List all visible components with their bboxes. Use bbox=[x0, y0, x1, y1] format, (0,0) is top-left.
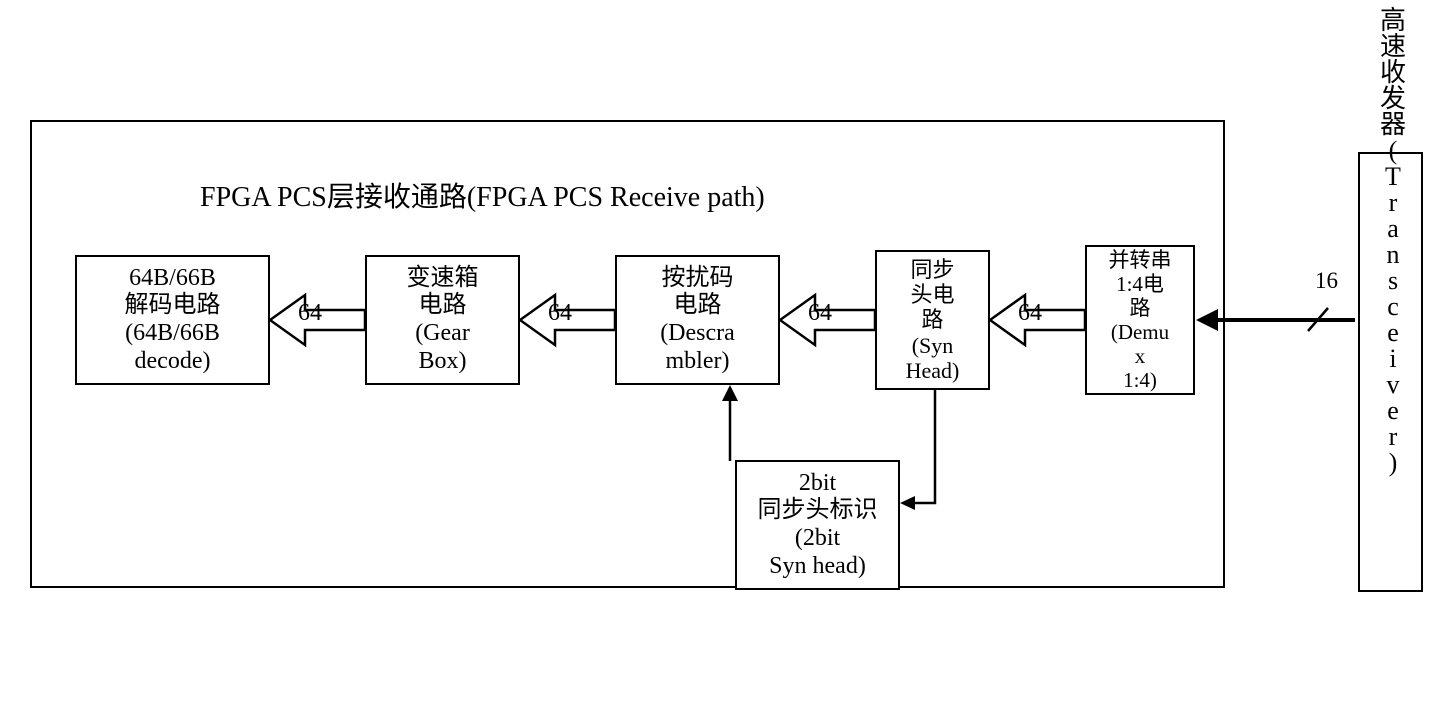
gearbox-line2: 电路 bbox=[419, 292, 467, 320]
descrambler-line2: 电路 bbox=[674, 292, 722, 320]
decode-box: 64B/66B 解码电路 (64B/66B decode) bbox=[75, 255, 270, 385]
arrow-synheadid-to-descrambler bbox=[715, 383, 745, 463]
demux-box: 并转串 1:4电 路 (Demu x 1:4) bbox=[1085, 245, 1195, 395]
synheadid-line2: 同步头标识 bbox=[758, 497, 878, 525]
demux-line5: x bbox=[1135, 344, 1146, 368]
arrow-transceiver-to-demux bbox=[1193, 303, 1358, 343]
descrambler-line4: mbler) bbox=[666, 348, 730, 376]
synhead-line2: 头电 bbox=[910, 282, 954, 307]
demux-line4: (Demu bbox=[1111, 320, 1169, 344]
synhead-line1: 同步 bbox=[910, 257, 954, 282]
descrambler-box: 按扰码 电路 (Descra mbler) bbox=[615, 255, 780, 385]
synhead-line5: Head) bbox=[906, 358, 960, 383]
bus-width-label: 16 bbox=[1315, 268, 1338, 294]
transceiver-pre: 高速收发器 bbox=[1380, 6, 1406, 139]
demux-line3: 路 bbox=[1130, 296, 1151, 320]
gearbox-line4: Box) bbox=[419, 348, 467, 376]
arrow-width-1: 64 bbox=[298, 300, 322, 327]
synhead-box: 同步 头电 路 (Syn Head) bbox=[875, 250, 990, 390]
demux-line2: 1:4电 bbox=[1116, 272, 1164, 296]
synhead-line4: (Syn bbox=[912, 333, 954, 358]
diagram-title: FPGA PCS层接收通路(FPGA PCS Receive path) bbox=[200, 175, 765, 215]
gearbox-box: 变速箱 电路 (Gear Box) bbox=[365, 255, 520, 385]
gearbox-line1: 变速箱 bbox=[407, 265, 479, 293]
arrow-width-3: 64 bbox=[808, 300, 832, 327]
arrow-synhead-to-synheadid bbox=[895, 388, 955, 523]
demux-line6: 1:4) bbox=[1123, 368, 1157, 392]
synheadid-line1: 2bit bbox=[799, 470, 836, 498]
descrambler-line1: 按扰码 bbox=[662, 265, 734, 293]
synheadid-line4: Syn head) bbox=[769, 553, 866, 581]
decode-line3: (64B/66B bbox=[125, 320, 220, 348]
gearbox-line3: (Gear bbox=[415, 320, 470, 348]
arrow-width-4: 64 bbox=[1018, 300, 1042, 327]
decode-line4: decode) bbox=[135, 348, 211, 376]
synheadid-box: 2bit 同步头标识 (2bit Syn head) bbox=[735, 460, 900, 590]
descrambler-line3: (Descra bbox=[660, 320, 735, 348]
decode-line1: 64B/66B bbox=[129, 265, 216, 293]
synhead-line3: 路 bbox=[921, 307, 943, 332]
demux-line1: 并转串 bbox=[1109, 248, 1172, 272]
transceiver-box bbox=[1358, 152, 1423, 592]
decode-line2: 解码电路 bbox=[125, 292, 221, 320]
synheadid-line3: (2bit bbox=[795, 525, 840, 553]
arrow-width-2: 64 bbox=[548, 300, 572, 327]
